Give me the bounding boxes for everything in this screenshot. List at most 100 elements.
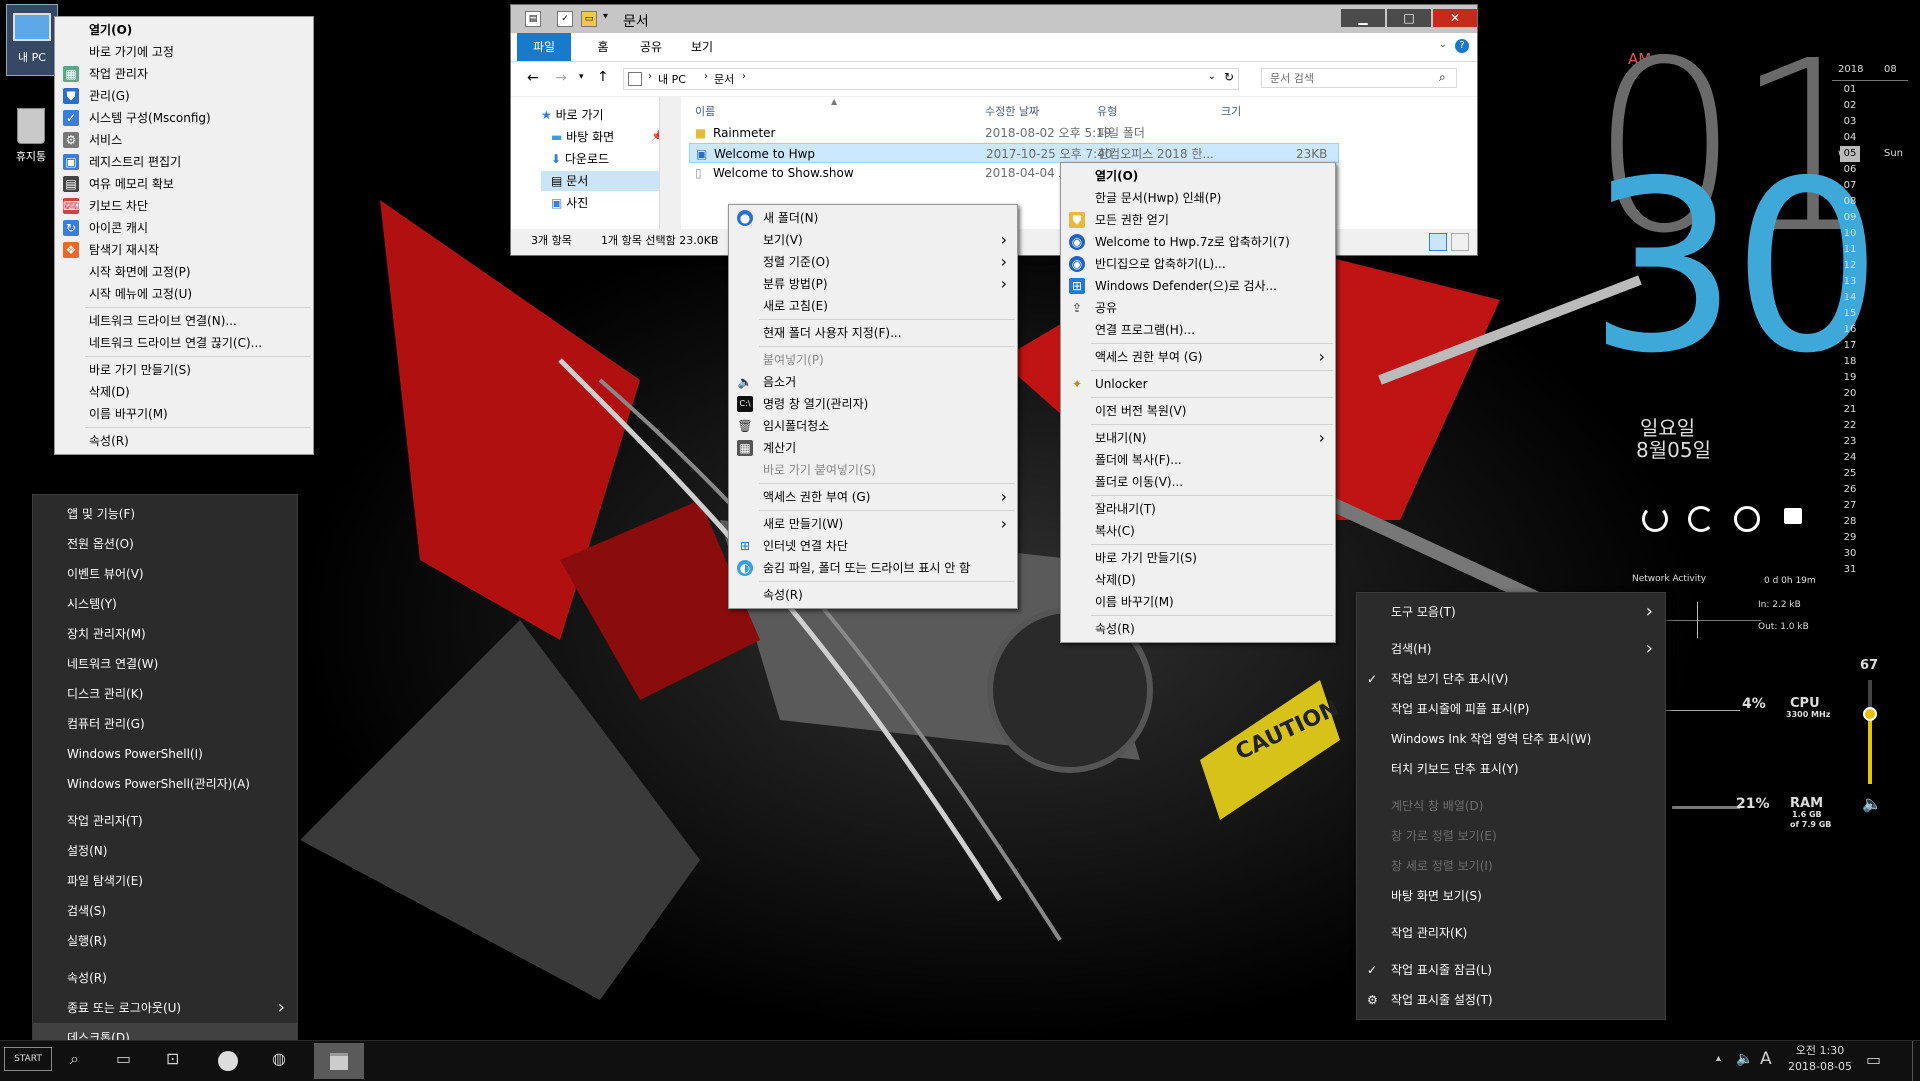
- menu-item-give-access[interactable]: 액세스 권한 부여 (G): [729, 486, 1017, 508]
- menu-item-keyboard-block[interactable]: ⌨ 키보드 차단: [55, 195, 313, 217]
- people-icon[interactable]: ⊡: [166, 1049, 179, 1068]
- menu-item-msconfig[interactable]: ✓ 시스템 구성(Msconfig): [55, 107, 313, 129]
- show-desktop-button[interactable]: [1912, 1041, 1920, 1081]
- winx-apps[interactable]: 앱 및 기능(F): [33, 499, 297, 529]
- refresh-icon[interactable]: ↻: [1224, 70, 1234, 84]
- menu-item-view[interactable]: 보기(V): [729, 229, 1017, 251]
- quick-access-dropdown-icon[interactable]: ▾: [603, 11, 608, 22]
- menu-item-icon-cache[interactable]: ↻ 아이콘 캐시: [55, 217, 313, 239]
- minimize-button[interactable]: ▁: [1341, 9, 1385, 27]
- menu-item-task-manager[interactable]: ▦ 작업 관리자: [55, 63, 313, 85]
- tray-expand-icon[interactable]: ▴: [1716, 1053, 1721, 1064]
- menu-item-hide-files[interactable]: ◐ 숨김 파일, 폴더 또는 드라이브 표시 안 함: [729, 557, 1017, 579]
- maximize-button[interactable]: □: [1387, 9, 1431, 27]
- menu-item-send-to[interactable]: 보내기(N): [1061, 427, 1335, 449]
- menu-item-refresh[interactable]: 새로 고침(E): [729, 295, 1017, 317]
- menu-item-rename[interactable]: 이름 바꾸기(M): [55, 403, 313, 425]
- winx-computer-management[interactable]: 컴퓨터 관리(G): [33, 709, 297, 739]
- menu-item-pin-start-menu[interactable]: 시작 메뉴에 고정(U): [55, 283, 313, 305]
- menu-item-taskbar-settings[interactable]: ⚙ 작업 표시줄 설정(T): [1357, 985, 1665, 1015]
- menu-item-mute[interactable]: 🔈 음소거: [729, 371, 1017, 393]
- desktop-icon-mypc[interactable]: 내 PC: [6, 4, 58, 76]
- winx-run[interactable]: 실행(R): [33, 926, 297, 956]
- globe-icon[interactable]: ◍: [272, 1049, 286, 1068]
- lock-icon[interactable]: [1784, 508, 1802, 524]
- winx-shutdown[interactable]: 종료 또는 로그아웃(U): [33, 993, 297, 1023]
- menu-item-pin-start[interactable]: 시작 화면에 고정(P): [55, 261, 313, 283]
- breadcrumb-mypc[interactable]: 내 PC: [658, 71, 686, 87]
- winx-power-options[interactable]: 전원 옵션(O): [33, 529, 297, 559]
- menu-item-restore-previous[interactable]: 이전 버전 복원(V): [1061, 400, 1335, 422]
- search-input[interactable]: 문서 검색: [1261, 68, 1457, 88]
- menu-item-block-internet[interactable]: ⊞ 인터넷 연결 차단: [729, 535, 1017, 557]
- menu-item-clean-temp[interactable]: 🗑 임시폴더청소: [729, 415, 1017, 437]
- taskbar-explorer-button[interactable]: [314, 1043, 364, 1079]
- menu-item-open[interactable]: 열기(O): [55, 19, 313, 41]
- shutdown-info-icon[interactable]: [1734, 506, 1760, 532]
- column-header-name[interactable]: 이름: [695, 103, 715, 119]
- large-icons-view-icon[interactable]: [1451, 233, 1469, 251]
- nav-pictures[interactable]: ▣ 사진: [551, 193, 588, 213]
- menu-item-manage[interactable]: ⛊ 관리(G): [55, 85, 313, 107]
- menu-item-customize-folder[interactable]: 현재 폴더 사용자 지정(F)...: [729, 322, 1017, 344]
- menu-item-show-desktop[interactable]: 바탕 화면 보기(S): [1357, 881, 1665, 911]
- power-icon[interactable]: [1642, 506, 1668, 532]
- winx-network[interactable]: 네트워크 연결(W): [33, 649, 297, 679]
- task-view-icon[interactable]: ▭: [116, 1049, 131, 1068]
- menu-item-sort-by[interactable]: 정렬 기준(O): [729, 251, 1017, 273]
- menu-item-properties[interactable]: 속성(R): [55, 430, 313, 452]
- up-arrow-icon[interactable]: ↑: [597, 69, 609, 85]
- chrome-icon[interactable]: [218, 1051, 238, 1071]
- menu-item-new[interactable]: 새로 만들기(W): [729, 513, 1017, 535]
- winx-powershell[interactable]: Windows PowerShell(I): [33, 739, 297, 769]
- menu-item-calculator[interactable]: ▦ 계산기: [729, 437, 1017, 459]
- menu-item-properties[interactable]: 속성(R): [729, 584, 1017, 606]
- menu-item-services[interactable]: ⚙ 서비스: [55, 129, 313, 151]
- winx-system[interactable]: 시스템(Y): [33, 589, 297, 619]
- ime-indicator[interactable]: A: [1760, 1049, 1772, 1069]
- menu-item-compress-7z[interactable]: ◉ Welcome to Hwp.7z로 압축하기(7): [1061, 231, 1335, 253]
- winx-file-explorer[interactable]: 파일 탐색기(E): [33, 866, 297, 896]
- new-folder-icon[interactable]: ▭: [581, 11, 597, 27]
- details-view-icon[interactable]: [1429, 233, 1447, 251]
- winx-search[interactable]: 검색(S): [33, 896, 297, 926]
- menu-item-share[interactable]: ⇪ 공유: [1061, 297, 1335, 319]
- search-icon[interactable]: ⌕: [70, 1049, 79, 1069]
- ribbon-expand-icon[interactable]: ⌄: [1439, 39, 1447, 50]
- menu-item-properties[interactable]: 속성(R): [1061, 618, 1335, 640]
- menu-item-unlocker[interactable]: ✦ Unlocker: [1061, 373, 1335, 395]
- menu-item-ink-workspace[interactable]: Windows Ink 작업 영역 단추 표시(W): [1357, 724, 1665, 754]
- menu-item-copy[interactable]: 복사(C): [1061, 520, 1335, 542]
- winx-properties[interactable]: 속성(R): [33, 963, 297, 993]
- menu-item-pin-quick[interactable]: 바로 가기에 고정: [55, 41, 313, 63]
- menu-item-task-manager[interactable]: 작업 관리자(K): [1357, 918, 1665, 948]
- menu-item-give-access[interactable]: 액세스 권한 부여 (G): [1061, 346, 1335, 368]
- help-icon[interactable]: ?: [1455, 39, 1469, 53]
- menu-item-move-to-folder[interactable]: 폴더로 이동(V)...: [1061, 471, 1335, 493]
- menu-item-delete[interactable]: 삭제(D): [55, 381, 313, 403]
- nav-documents[interactable]: ▤ 문서: [541, 171, 671, 191]
- menu-item-free-memory[interactable]: ▤ 여유 메모리 확보: [55, 173, 313, 195]
- menu-item-task-view-button[interactable]: ✓ 작업 보기 단추 표시(V): [1357, 664, 1665, 694]
- speaker-icon[interactable]: 🔈: [1862, 794, 1882, 813]
- nav-quick-access[interactable]: ★ 바로 가기: [541, 105, 604, 125]
- desktop-icon-recycle-bin[interactable]: 휴지통: [6, 108, 56, 178]
- file-row-selected[interactable]: ▣ Welcome to Hwp 2017-10-25 오후 7:40 한컴오피…: [689, 143, 1339, 163]
- menu-item-take-ownership[interactable]: ⛊ 모든 권한 얻기: [1061, 209, 1335, 231]
- tab-view[interactable]: 보기: [677, 33, 727, 61]
- back-arrow-icon[interactable]: ←: [527, 70, 539, 86]
- nav-downloads[interactable]: ⬇ 다운로드: [551, 149, 609, 169]
- volume-slider[interactable]: [1863, 680, 1877, 784]
- menu-item-copy-to-folder[interactable]: 폴더에 복사(F)...: [1061, 449, 1335, 471]
- menu-item-cut[interactable]: 잘라내기(T): [1061, 498, 1335, 520]
- menu-item-toolbars[interactable]: 도구 모음(T): [1357, 597, 1665, 627]
- tab-home[interactable]: 홈: [581, 33, 625, 61]
- menu-item-touch-keyboard[interactable]: 터치 키보드 단추 표시(Y): [1357, 754, 1665, 784]
- column-header-date[interactable]: 수정한 날짜: [985, 103, 1039, 119]
- menu-item-defender-scan[interactable]: ⊞ Windows Defender(으)로 검사...: [1061, 275, 1335, 297]
- menu-item-map-drive[interactable]: 네트워크 드라이브 연결(N)...: [55, 310, 313, 332]
- menu-item-restart-explorer[interactable]: ❖ 탐색기 재시작: [55, 239, 313, 261]
- winx-powershell-admin[interactable]: Windows PowerShell(관리자)(A): [33, 769, 297, 799]
- winx-task-manager[interactable]: 작업 관리자(T): [33, 806, 297, 836]
- tab-share[interactable]: 공유: [629, 33, 673, 61]
